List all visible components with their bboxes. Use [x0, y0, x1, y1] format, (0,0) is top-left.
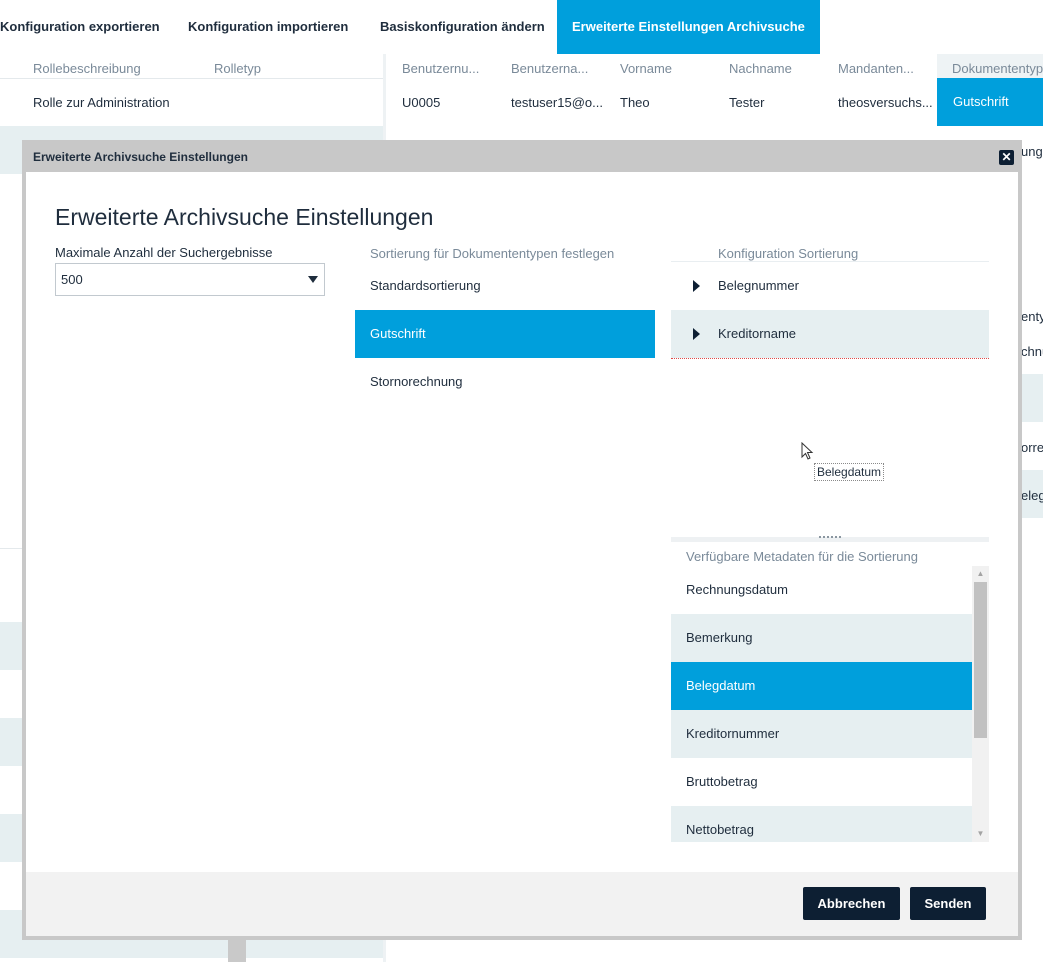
doctype-peek: orre — [1021, 440, 1043, 455]
chevron-down-icon — [308, 276, 318, 283]
tab-konfiguration-exportieren[interactable]: Konfiguration exportieren — [0, 0, 160, 54]
user-cell-firstname[interactable]: Theo — [620, 95, 650, 110]
tab-erweiterte-einstellungen-archivsuche[interactable]: Erweiterte Einstellungen Archivsuche — [557, 0, 820, 54]
metadata-item-rechnungsdatum[interactable]: Rechnungsdatum — [671, 566, 972, 614]
header-divider — [0, 78, 383, 79]
max-results-value: 500 — [61, 272, 83, 287]
drag-ghost-belegdatum: Belegdatum — [814, 463, 885, 481]
user-cell-username[interactable]: testuser15@o... — [511, 95, 603, 110]
dialog-titlebar[interactable]: Erweiterte Archivsuche Einstellungen — [22, 140, 1022, 172]
dialog-title: Erweiterte Archivsuche Einstellungen — [55, 204, 434, 230]
dialog-body: Erweiterte Archivsuche Einstellungen Max… — [26, 172, 1018, 872]
sort-config-label: Belegnummer — [718, 278, 799, 293]
expand-arrow-icon[interactable] — [693, 280, 700, 292]
metadata-item-nettobetrag[interactable]: Nettobetrag — [671, 806, 972, 842]
tab-konfiguration-importieren[interactable]: Konfiguration importieren — [188, 0, 348, 54]
drop-indicator — [671, 358, 989, 359]
doctypes-header: Sortierung für Dokumententypen festlegen — [370, 246, 615, 261]
column-header-rollebeschreibung[interactable]: Rollebeschreibung — [33, 61, 141, 76]
sort-config-item-kreditorname[interactable]: Kreditorname — [671, 310, 989, 358]
sort-config-label: Kreditorname — [718, 326, 797, 341]
column-header-benutzername[interactable]: Benutzerna... — [511, 61, 588, 76]
doctype-peek: ung — [1021, 144, 1043, 159]
submit-button[interactable]: Senden — [910, 887, 986, 920]
scrollbar[interactable] — [228, 938, 246, 962]
metadata-item-bemerkung[interactable]: Bemerkung — [671, 614, 972, 662]
archive-search-settings-dialog: Erweiterte Archivsuche Einstellungen ✕ E… — [22, 140, 1022, 940]
doctype-item-gutschrift[interactable]: Gutschrift — [355, 310, 655, 358]
max-results-select[interactable]: 500 — [55, 263, 325, 296]
metadata-item-bruttobetrag[interactable]: Bruttobetrag — [671, 758, 972, 806]
role-cell-description[interactable]: Rolle zur Administration — [33, 95, 170, 110]
cancel-button[interactable]: Abbrechen — [803, 887, 900, 920]
mouse-cursor-icon — [801, 442, 814, 460]
doctype-selected-gutschrift[interactable]: Gutschrift — [937, 78, 1043, 126]
scroll-up-icon[interactable]: ▲ — [972, 566, 989, 582]
metadata-item-belegdatum[interactable]: Belegdatum — [671, 662, 972, 710]
sort-config-item-belegnummer[interactable]: Belegnummer — [671, 262, 989, 310]
scrollbar-thumb[interactable] — [974, 582, 987, 738]
doctype-item-standardsortierung[interactable]: Standardsortierung — [355, 262, 655, 310]
column-header-vorname[interactable]: Vorname — [620, 61, 672, 76]
expand-arrow-icon[interactable] — [693, 328, 700, 340]
doctype-peek: chnu — [1021, 344, 1043, 359]
metadata-item-kreditornummer[interactable]: Kreditornummer — [671, 710, 972, 758]
tab-basiskonfiguration-aendern[interactable]: Basiskonfiguration ändern — [380, 0, 545, 54]
column-header-rolletyp[interactable]: Rolletyp — [214, 61, 261, 76]
doctype-peek: entyp — [1021, 309, 1043, 324]
column-header-mandant[interactable]: Mandanten... — [838, 61, 914, 76]
grip-icon[interactable] — [819, 536, 841, 538]
doctype-item-stornorechnung[interactable]: Stornorechnung — [355, 358, 655, 406]
user-cell-tenant[interactable]: theosversuchs... — [838, 95, 933, 110]
table-row[interactable] — [1021, 374, 1043, 422]
column-header-nachname[interactable]: Nachname — [729, 61, 792, 76]
user-cell-number[interactable]: U0005 — [402, 95, 440, 110]
top-navigation: Konfiguration exportieren Konfiguration … — [0, 0, 1043, 54]
dialog-footer: Abbrechen Senden — [26, 872, 1018, 936]
user-cell-lastname[interactable]: Tester — [729, 95, 764, 110]
close-icon[interactable]: ✕ — [999, 150, 1014, 165]
sort-config-header: Konfiguration Sortierung — [718, 246, 859, 261]
scroll-down-icon[interactable]: ▼ — [972, 826, 989, 842]
max-results-label: Maximale Anzahl der Suchergebnisse — [55, 245, 273, 260]
doctype-peek: eleg — [1021, 488, 1043, 503]
column-header-dokumententyp[interactable]: Dokumententyp — [937, 54, 1043, 78]
available-metadata-header: Verfügbare Metadaten für die Sortierung — [686, 549, 918, 564]
column-header-benutzernummer[interactable]: Benutzernu... — [402, 61, 479, 76]
